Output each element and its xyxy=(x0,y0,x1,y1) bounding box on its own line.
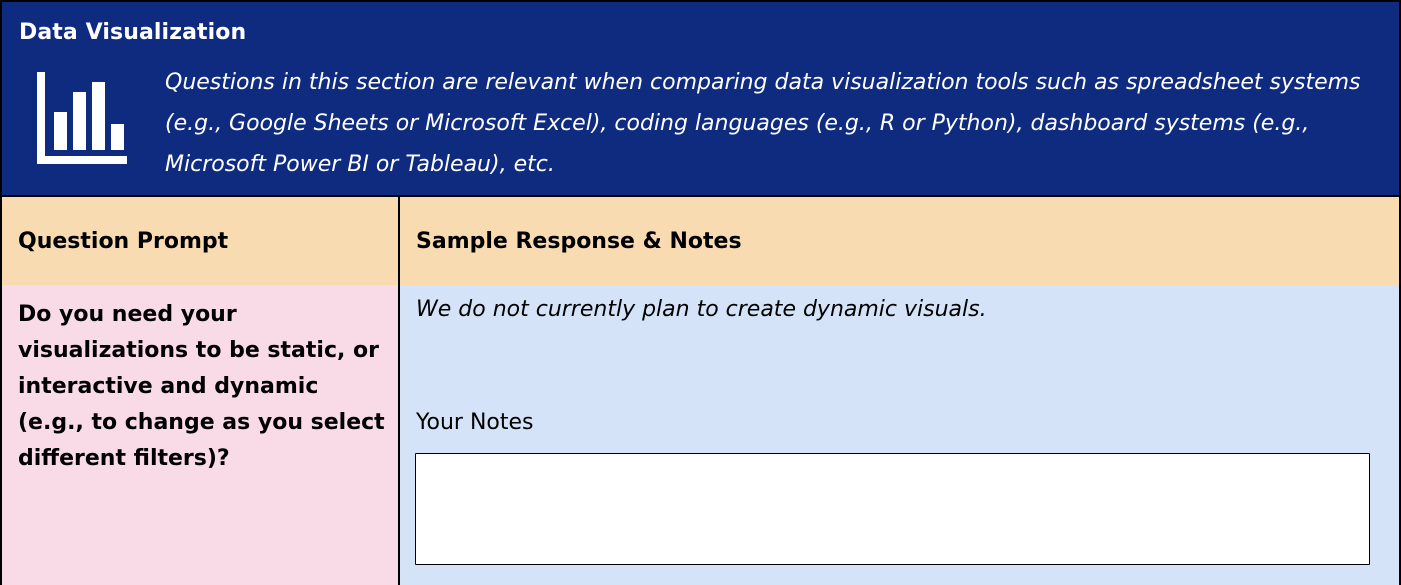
column-header-question-prompt: Question Prompt xyxy=(0,197,400,287)
document-page: Data Visualization Questions in this sec… xyxy=(0,0,1401,585)
question-table: Question Prompt Sample Response & Notes … xyxy=(0,197,1401,585)
column-header-sample-response: Sample Response & Notes xyxy=(398,197,1401,287)
prompt-cell: Do you need your visualizations to be st… xyxy=(0,285,400,585)
bar-chart-icon xyxy=(37,72,127,164)
sample-response: We do not currently plan to create dynam… xyxy=(416,297,987,322)
question-prompt: Do you need your visualizations to be st… xyxy=(18,302,385,471)
section-description: Questions in this section are relevant w… xyxy=(165,70,1361,177)
section-header: Data Visualization Questions in this sec… xyxy=(0,0,1401,197)
notes-label: Your Notes xyxy=(416,410,534,435)
column-header-label: Question Prompt xyxy=(18,229,229,254)
response-cell: We do not currently plan to create dynam… xyxy=(398,285,1401,585)
column-header-label: Sample Response & Notes xyxy=(416,229,742,254)
notes-input[interactable] xyxy=(415,453,1370,565)
section-title: Data Visualization xyxy=(19,20,247,45)
